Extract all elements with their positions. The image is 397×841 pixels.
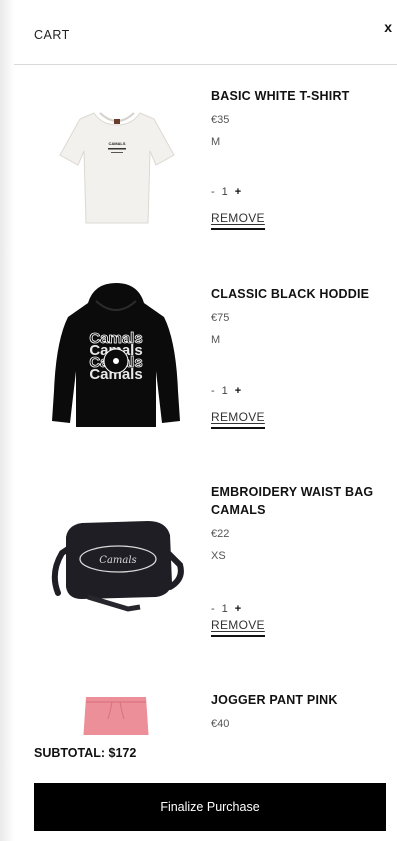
quantity-stepper: -1 + bbox=[211, 603, 241, 615]
decrease-qty-button[interactable]: - bbox=[211, 385, 215, 397]
increase-qty-button[interactable]: + bbox=[235, 385, 241, 397]
finalize-purchase-button[interactable]: Finalize Purchase bbox=[34, 783, 386, 831]
quantity-stepper: -1 + bbox=[211, 385, 241, 397]
quantity-stepper: -1 + bbox=[211, 186, 241, 198]
remove-button[interactable]: REMOVE bbox=[211, 618, 265, 637]
cart-item: JOGGER PANT PINK €40 bbox=[14, 683, 397, 735]
decrease-qty-button[interactable]: - bbox=[211, 603, 215, 615]
item-name: CLASSIC BLACK HODDIE bbox=[211, 287, 370, 301]
cart-items-list[interactable]: CAMALS BASIC WHITE T-SHIRT €35 M -1 + REM… bbox=[14, 65, 397, 735]
increase-qty-button[interactable]: + bbox=[235, 603, 241, 615]
item-price: €22 bbox=[211, 528, 230, 540]
overlay-edge bbox=[0, 0, 14, 841]
bag-print: Camals bbox=[99, 555, 136, 566]
increase-qty-button[interactable]: + bbox=[235, 186, 241, 198]
cart-drawer: CART x CAMALS BASIC WHITE T-SHIRT €35 M … bbox=[0, 0, 397, 841]
quantity-value: 1 bbox=[221, 603, 228, 615]
item-info: EMBROIDERY WAIST BAG CAMALS €22 XS bbox=[211, 483, 391, 563]
tshirt-print: CAMALS bbox=[108, 141, 125, 146]
cart-title: CART bbox=[34, 28, 70, 42]
item-size: M bbox=[211, 136, 221, 148]
cart-header: CART x bbox=[14, 0, 397, 65]
item-size: M bbox=[211, 334, 221, 346]
cart-footer: SUBTOTAL: $172 Finalize Purchase bbox=[14, 735, 397, 841]
black-hoodie-image: Camals Camals Camals Camals bbox=[52, 283, 180, 427]
item-price: €75 bbox=[211, 312, 230, 324]
item-size: XS bbox=[211, 550, 226, 562]
waist-bag-image: Camals bbox=[51, 521, 184, 612]
item-price: €40 bbox=[211, 718, 230, 730]
cart-item: Camals EMBROIDERY WAIST BAG CAMALS €22 X… bbox=[14, 463, 397, 673]
white-tshirt-image: CAMALS bbox=[59, 112, 175, 224]
remove-button[interactable]: REMOVE bbox=[211, 211, 265, 230]
item-info: CLASSIC BLACK HODDIE €75 M bbox=[211, 285, 391, 347]
item-info: JOGGER PANT PINK €40 bbox=[211, 691, 391, 731]
subtotal: SUBTOTAL: $172 bbox=[34, 746, 137, 760]
item-name: EMBROIDERY WAIST BAG CAMALS bbox=[211, 485, 374, 517]
item-info: BASIC WHITE T-SHIRT €35 M bbox=[211, 87, 391, 149]
quantity-value: 1 bbox=[221, 385, 228, 397]
quantity-value: 1 bbox=[221, 186, 228, 198]
pink-jogger-image bbox=[83, 697, 149, 735]
item-name: BASIC WHITE T-SHIRT bbox=[211, 89, 350, 103]
close-button[interactable]: x bbox=[384, 19, 392, 35]
remove-button[interactable]: REMOVE bbox=[211, 410, 265, 429]
cart-item: Camals Camals Camals Camals CLASSIC BLAC… bbox=[14, 265, 397, 455]
decrease-qty-button[interactable]: - bbox=[211, 186, 215, 198]
item-name: JOGGER PANT PINK bbox=[211, 693, 338, 707]
cart-item: CAMALS BASIC WHITE T-SHIRT €35 M -1 + REM… bbox=[14, 65, 397, 255]
item-price: €35 bbox=[211, 114, 230, 126]
